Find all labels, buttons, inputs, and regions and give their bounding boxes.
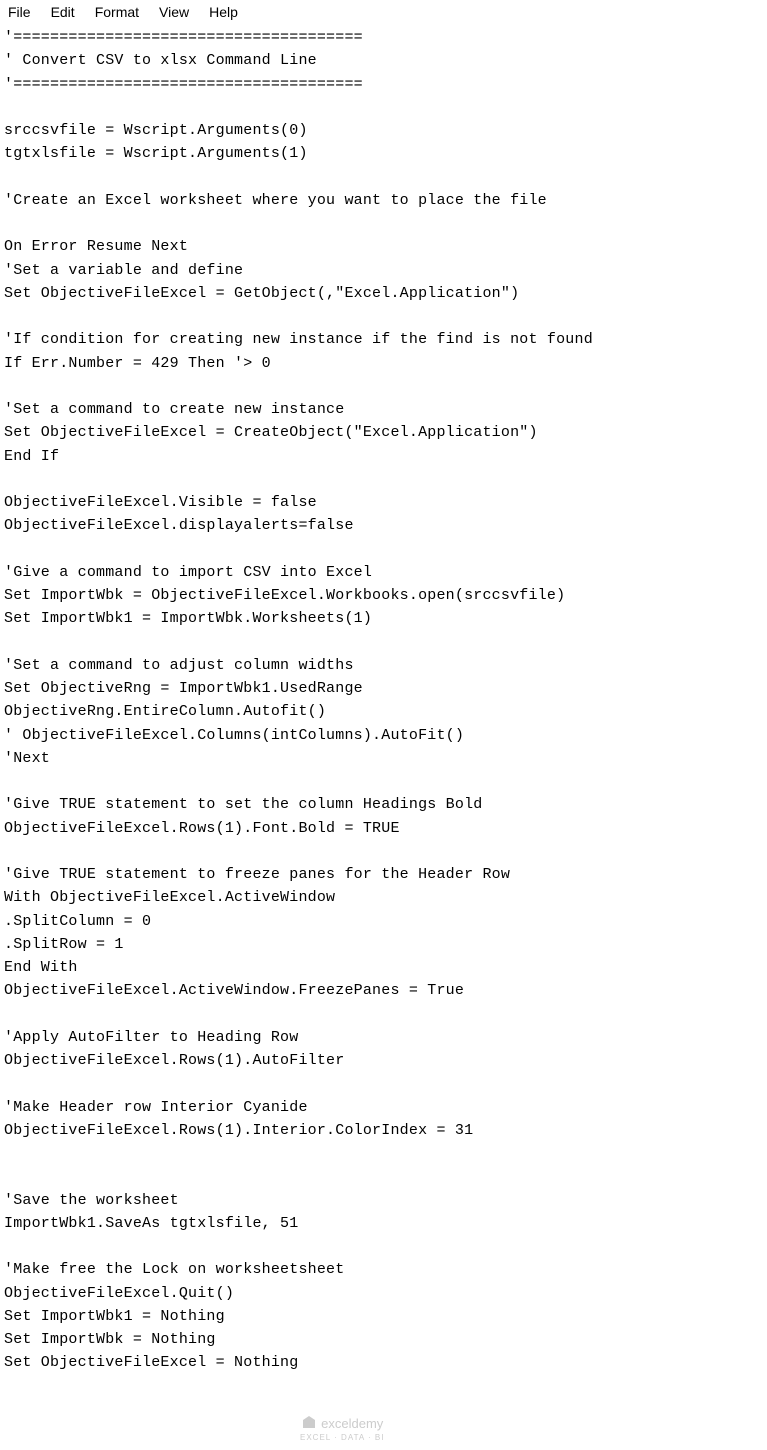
code-editor[interactable]: '====================================== … (0, 24, 767, 1377)
code-line: Set ObjectiveFileExcel = GetObject(,"Exc… (4, 285, 519, 302)
code-line: If Err.Number = 429 Then '> 0 (4, 355, 271, 372)
code-line: 'Set a variable and define (4, 262, 243, 279)
code-line: 'Apply AutoFilter to Heading Row (4, 1029, 298, 1046)
watermark-text: exceldemy (321, 1416, 383, 1431)
code-line: 'If condition for creating new instance … (4, 331, 593, 348)
code-line: End With (4, 959, 78, 976)
code-line: 'Set a command to create new instance (4, 401, 344, 418)
code-line: tgtxlsfile = Wscript.Arguments(1) (4, 145, 308, 162)
code-line: '====================================== (4, 29, 363, 46)
menu-view[interactable]: View (149, 2, 199, 22)
code-line: Set ImportWbk = Nothing (4, 1331, 216, 1348)
code-line: ObjectiveFileExcel.displayalerts=false (4, 517, 354, 534)
code-line: ObjectiveFileExcel.Quit() (4, 1285, 234, 1302)
code-line: Set ObjectiveFileExcel = CreateObject("E… (4, 424, 538, 441)
code-line: 'Save the worksheet (4, 1192, 179, 1209)
menu-bar: File Edit Format View Help (0, 0, 767, 24)
code-line: Set ObjectiveFileExcel = Nothing (4, 1354, 298, 1371)
code-line: 'Give a command to import CSV into Excel (4, 564, 372, 581)
code-line: Set ImportWbk1 = ImportWbk.Worksheets(1) (4, 610, 372, 627)
code-line: Set ImportWbk = ObjectiveFileExcel.Workb… (4, 587, 565, 604)
watermark-subtitle: EXCEL · DATA · BI (300, 1433, 384, 1442)
menu-file[interactable]: File (4, 2, 41, 22)
code-line: ' Convert CSV to xlsx Command Line (4, 52, 317, 69)
menu-format[interactable]: Format (85, 2, 149, 22)
code-line: 'Give TRUE statement to freeze panes for… (4, 866, 510, 883)
code-line: 'Next (4, 750, 50, 767)
menu-edit[interactable]: Edit (41, 2, 85, 22)
code-line: Set ObjectiveRng = ImportWbk1.UsedRange (4, 680, 363, 697)
code-line: ImportWbk1.SaveAs tgtxlsfile, 51 (4, 1215, 298, 1232)
watermark: exceldemy EXCEL · DATA · BI (300, 1414, 384, 1442)
code-line: .SplitColumn = 0 (4, 913, 151, 930)
code-line: End If (4, 448, 59, 465)
code-line: ObjectiveRng.EntireColumn.Autofit() (4, 703, 326, 720)
code-line: ObjectiveFileExcel.Rows(1).Font.Bold = T… (4, 820, 400, 837)
code-line: 'Create an Excel worksheet where you wan… (4, 192, 547, 209)
code-line: On Error Resume Next (4, 238, 188, 255)
code-line: 'Give TRUE statement to set the column H… (4, 796, 482, 813)
code-line: 'Set a command to adjust column widths (4, 657, 354, 674)
code-line: ' ObjectiveFileExcel.Columns(intColumns)… (4, 727, 464, 744)
code-line: Set ImportWbk1 = Nothing (4, 1308, 225, 1325)
code-line: '====================================== (4, 76, 363, 93)
code-line: .SplitRow = 1 (4, 936, 124, 953)
watermark-icon (301, 1414, 317, 1433)
code-line: ObjectiveFileExcel.Rows(1).AutoFilter (4, 1052, 344, 1069)
code-line: 'Make Header row Interior Cyanide (4, 1099, 308, 1116)
code-line: ObjectiveFileExcel.Rows(1).Interior.Colo… (4, 1122, 473, 1139)
code-line: ObjectiveFileExcel.ActiveWindow.FreezePa… (4, 982, 464, 999)
code-line: ObjectiveFileExcel.Visible = false (4, 494, 317, 511)
code-line: srccsvfile = Wscript.Arguments(0) (4, 122, 308, 139)
code-line: With ObjectiveFileExcel.ActiveWindow (4, 889, 335, 906)
menu-help[interactable]: Help (199, 2, 248, 22)
code-line: 'Make free the Lock on worksheetsheet (4, 1261, 344, 1278)
